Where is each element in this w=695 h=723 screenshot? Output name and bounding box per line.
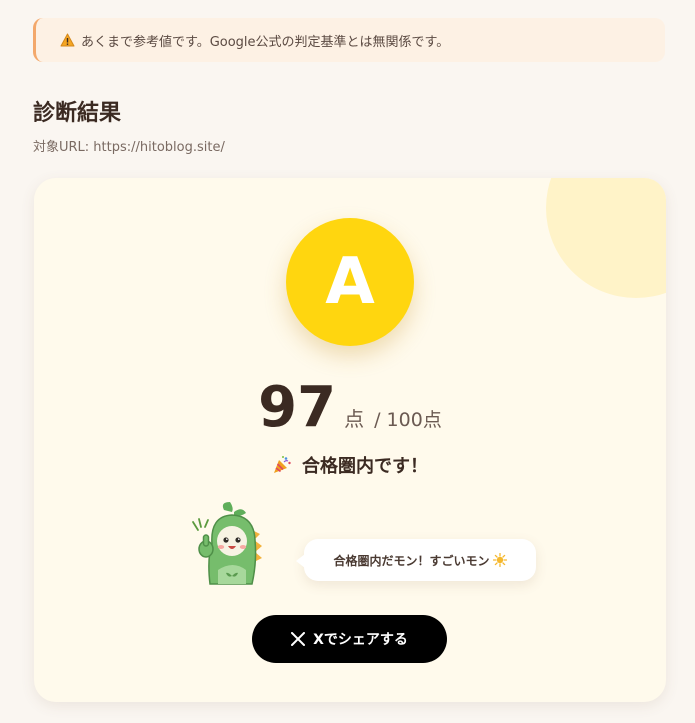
score-display: 97 点 / 100点 xyxy=(34,380,666,444)
score-unit: 点 xyxy=(344,407,365,431)
share-button-label: Xでシェアする xyxy=(313,632,408,648)
result-card: A 97 点 / 100点 合格圏内です！ 合格圏内だモン！すごいモン Xでシェ… xyxy=(34,178,666,702)
target-url: 対象URL: https://hitoblog.site/ xyxy=(33,140,225,155)
result-message: 合格圏内です！ xyxy=(34,450,666,480)
disclaimer-notice: あくまで参考値です。Google公式の判定基準とは無関係です。 xyxy=(33,18,665,62)
decorative-circle xyxy=(546,178,666,298)
sun-icon xyxy=(492,553,507,567)
dinosaur-mascot-icon xyxy=(188,500,270,590)
grade-letter: A xyxy=(325,245,375,319)
result-message-text: 合格圏内です！ xyxy=(302,456,428,477)
disclaimer-text: あくまで参考値です。Google公式の判定基準とは無関係です。 xyxy=(81,34,450,50)
party-popper-icon xyxy=(272,455,292,475)
speech-text: 合格圏内だモン！すごいモン xyxy=(333,553,490,568)
grade-badge: A xyxy=(286,218,414,346)
share-on-x-button[interactable]: Xでシェアする xyxy=(252,615,447,663)
page-title: 診断結果 xyxy=(33,101,122,126)
warning-icon xyxy=(60,33,75,47)
speech-bubble: 合格圏内だモン！すごいモン xyxy=(296,539,536,581)
score-total: / 100点 xyxy=(374,409,442,431)
x-logo-icon xyxy=(291,632,306,646)
score-value: 97 xyxy=(258,375,337,440)
